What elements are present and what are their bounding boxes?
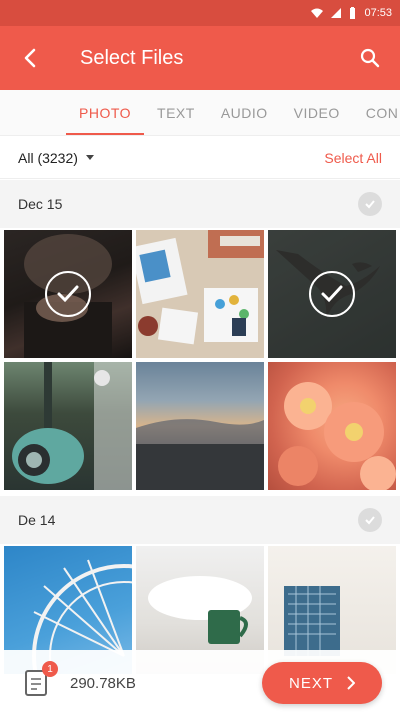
next-label: NEXT (288, 674, 333, 692)
filter-dropdown[interactable]: All (3232) (18, 150, 94, 166)
status-time: 07:53 (364, 7, 392, 19)
photo-scooter-image (12, 362, 132, 490)
next-button[interactable]: NEXT (262, 662, 382, 704)
filter-bar: All (3232) Select All (0, 137, 400, 179)
tab-contacts[interactable]: CON (353, 90, 400, 135)
photo-flowers-image (278, 382, 396, 490)
status-bar: 07:53 (0, 0, 400, 26)
total-size: 290.78KB (70, 674, 136, 692)
photo-scooter[interactable] (4, 362, 132, 490)
wifi-icon (311, 8, 324, 18)
photo-sky[interactable] (136, 362, 264, 490)
photo-desk[interactable] (136, 230, 264, 358)
photo-desk-image (136, 230, 264, 358)
filter-label: All (3232) (18, 149, 78, 166)
selected-check-icon (309, 271, 355, 317)
section-select-check-icon[interactable] (358, 192, 382, 216)
photo-hands[interactable] (4, 230, 132, 358)
photo-bird[interactable] (268, 230, 396, 358)
tab-text[interactable]: TEXT (144, 90, 208, 135)
back-button[interactable] (0, 26, 60, 90)
selection-count-badge: 1 (42, 661, 58, 677)
app-bar: Select Files (0, 26, 400, 90)
tab-bar: PHOTO TEXT AUDIO VIDEO CON (0, 90, 400, 136)
battery-icon (350, 7, 356, 19)
tab-audio[interactable]: AUDIO (208, 90, 281, 135)
select-all-button[interactable]: Select All (324, 150, 382, 166)
selected-check-icon (45, 271, 91, 317)
signal-icon (331, 8, 342, 18)
search-button[interactable] (340, 26, 400, 90)
tab-video[interactable]: VIDEO (281, 90, 353, 135)
photo-sky-image (136, 419, 264, 490)
section-select-check-icon[interactable] (358, 508, 382, 532)
search-icon (360, 48, 380, 68)
bottom-bar: 1 290.78KB NEXT (0, 650, 400, 716)
section-date: Dec 15 (18, 196, 63, 212)
photo-flowers[interactable] (268, 362, 396, 490)
selected-files-button[interactable]: 1 (24, 661, 58, 697)
date-section-header: De 14 (0, 496, 400, 544)
section-date: De 14 (18, 512, 56, 528)
photo-grid (4, 230, 396, 490)
chevron-down-icon (85, 155, 94, 160)
date-section-header: Dec 15 (0, 180, 400, 228)
tab-photo[interactable]: PHOTO (66, 90, 145, 135)
page-title: Select Files (80, 46, 184, 69)
chevron-right-icon (347, 676, 355, 690)
back-arrow-icon (24, 48, 36, 68)
